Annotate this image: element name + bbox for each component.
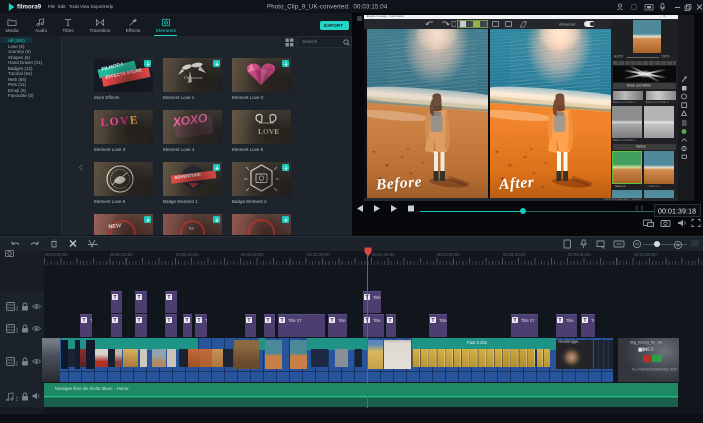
svg-text:1: 1 <box>16 396 19 401</box>
svg-text:3: 3 <box>16 307 19 312</box>
svg-text:1: 1 <box>16 362 19 367</box>
svg-text:2: 2 <box>16 328 19 333</box>
